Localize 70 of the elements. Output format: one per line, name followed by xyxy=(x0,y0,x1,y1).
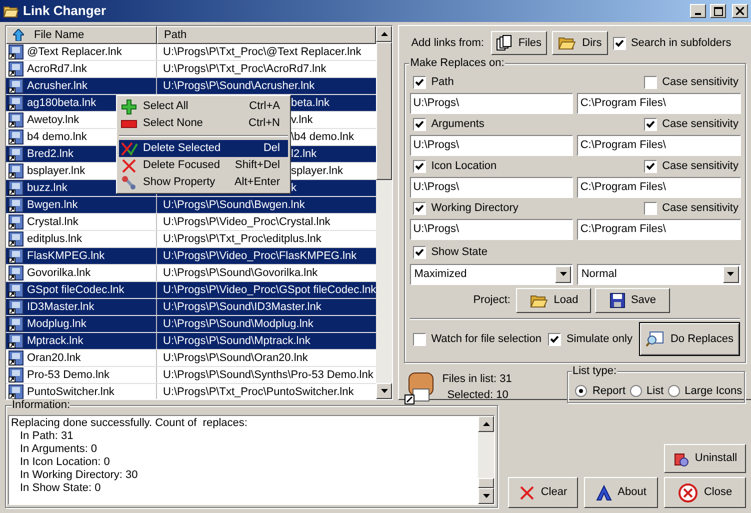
path-cell-text: U:\Progs\P\Txt_Proc\AcroRd7.lnk xyxy=(163,62,326,77)
field-label: Icon Location xyxy=(431,158,497,174)
log-line: In Show State: 0 xyxy=(19,482,102,495)
selected-count: Selected: 10 xyxy=(446,388,510,403)
path-cell-text: U:\Progs\P\Sound\Modplug.lnk xyxy=(163,316,314,332)
path-cell-text: k xyxy=(291,180,296,196)
path-cell-text: v.lnk xyxy=(291,112,313,128)
file-name-cell-text: ag180beta.lnk xyxy=(27,96,96,111)
path-cell-text: U:\Progs\P\Sound\Mptrack.lnk xyxy=(163,334,310,349)
file-name-cell-text: Acrusher.lnk xyxy=(27,78,88,94)
file-name-cell-text: FlasKMPEG.lnk xyxy=(27,248,105,264)
group-title: List type: xyxy=(572,365,617,378)
log-line: In Icon Location: 0 xyxy=(19,456,111,469)
field-label: Working Directory xyxy=(431,200,518,216)
file-name-cell-text: ID3Master.lnk xyxy=(27,300,94,315)
file-name-cell-text: Modplug.lnk xyxy=(27,316,86,332)
file-name-cell-text: Pro-53 Demo.lnk xyxy=(27,368,110,383)
radio-label: List xyxy=(646,384,664,398)
path-cell-text: U:\Progs\P\Sound\Acrusher.lnk xyxy=(163,78,315,94)
path-cell-text: U:\Progs\P\Sound\Synths\Pro-53 Demo.lnk xyxy=(163,368,374,383)
checkbox-label: Watch for file selection xyxy=(431,332,542,347)
file-name-cell-text: Bred2.lnk xyxy=(27,146,74,162)
file-name-cell-text: PuntoSwitcher.lnk xyxy=(27,384,114,399)
path-cell-text: beta.lnk xyxy=(291,96,330,111)
file-name-cell-text: AcroRd7.lnk xyxy=(27,62,87,77)
field-label: Arguments xyxy=(431,116,484,132)
path-cell-text: U:\Progs\P\Txt_Proc\@Text Replacer.lnk xyxy=(163,44,362,60)
checkbox-label: Case sensitivity xyxy=(662,200,738,216)
file-name-cell-text: Govorilka.lnk xyxy=(27,266,91,281)
checkbox-label: Case sensitivity xyxy=(662,116,738,132)
checkbox-label: Simulate only xyxy=(566,332,632,347)
path-cell-text: U:\Progs\P\Sound\ID3Master.lnk xyxy=(163,300,322,315)
log-line: Replacing done successfully. Count of replaces: xyxy=(11,417,248,430)
group-title: Make Replaces on: xyxy=(409,57,506,70)
file-name-cell-text: GSpot fileCodec.lnk xyxy=(27,282,124,298)
file-name-cell-text: Bwgen.lnk xyxy=(27,198,78,213)
radio-label: Report xyxy=(592,384,626,398)
log-line: In Working Directory: 30 xyxy=(19,469,139,482)
checkbox-label: Search in subfolders xyxy=(630,36,732,51)
checkbox-label: Show State xyxy=(431,244,488,260)
path-cell-text: l2.lnk xyxy=(291,146,317,162)
path-cell-text: U:\Progs\P\Sound\Govorilka.lnk xyxy=(163,266,318,281)
path-cell-text: U:\Progs\P\Txt_Proc\PuntoSwitcher.lnk xyxy=(163,384,354,399)
log-line: In Arguments: 0 xyxy=(19,443,98,456)
files-count: Files in list: 31 xyxy=(442,372,512,387)
file-name-cell-text: Crystal.lnk xyxy=(27,214,78,230)
checkbox-label: Case sensitivity xyxy=(662,158,738,174)
path-cell-text: U:\Progs\P\Video_Proc\GSpot fileCodec.lnk xyxy=(163,282,376,298)
file-name-cell-text: editplus.lnk xyxy=(27,232,82,247)
file-name-cell-text: Oran20.lnk xyxy=(27,350,81,366)
field-label: Path xyxy=(431,74,454,90)
file-name-cell-text: Mptrack.lnk xyxy=(27,334,84,349)
path-cell-text: U:\Progs\P\Sound\Bwgen.lnk xyxy=(163,198,305,213)
path-cell-text: \b4 demo.lnk xyxy=(291,130,354,145)
path-cell-text: U:\Progs\P\Sound\Oran20.lnk xyxy=(163,350,308,366)
file-name-cell-text: buzz.lnk xyxy=(27,180,68,196)
radio-label: Large Icons xyxy=(684,384,742,398)
file-name-cell-text: Awetoy.lnk xyxy=(27,112,80,128)
log-line: In Path: 31 xyxy=(19,430,74,443)
checkbox-label: Case sensitivity xyxy=(662,74,738,90)
path-cell-text: U:\Progs\P\Video_Proc\FlasKMPEG.lnk xyxy=(163,248,357,264)
add-links-label: Add links from: xyxy=(411,36,484,51)
file-name-cell-text: b4 demo.lnk xyxy=(27,130,87,145)
path-cell-text: U:\Progs\P\Txt_Proc\editplus.lnk xyxy=(163,232,322,247)
project-label: Project: xyxy=(473,292,510,308)
path-cell-text: U:\Progs\P\Video_Proc\Crystal.lnk xyxy=(163,214,330,230)
window-title: Link Changer xyxy=(23,2,108,20)
path-cell-text: splayer.lnk xyxy=(291,164,343,179)
file-name-cell-text: bsplayer.lnk xyxy=(27,164,86,179)
file-name-cell-text: @Text Replacer.lnk xyxy=(27,44,122,60)
